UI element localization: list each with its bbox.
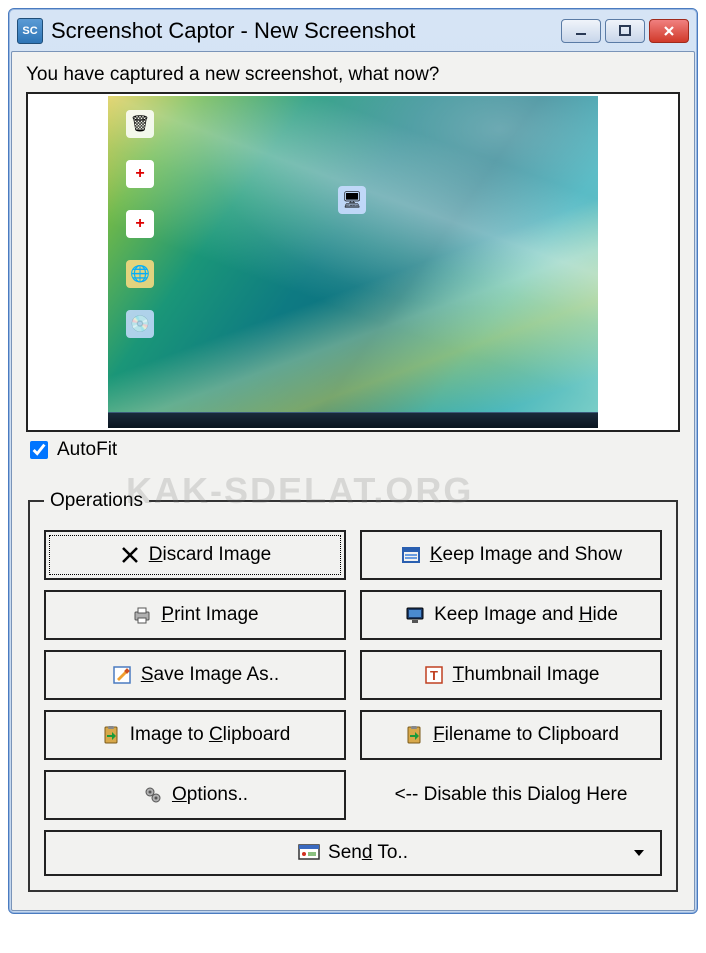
options-label: Options..	[172, 784, 248, 806]
svg-text:T: T	[430, 668, 438, 683]
save-image-as-button[interactable]: Save Image As..	[44, 650, 346, 700]
minimize-button[interactable]	[561, 19, 601, 43]
prompt-text: You have captured a new screenshot, what…	[26, 64, 680, 86]
keep-and-show-button[interactable]: Keep Image and Show	[360, 530, 662, 580]
thumbnail-label: Thumbnail Image	[453, 664, 600, 686]
desktop-icon: 🌐	[126, 260, 154, 288]
send-to-button[interactable]: Send To..	[44, 830, 662, 876]
maximize-icon	[618, 24, 632, 38]
maximize-button[interactable]	[605, 19, 645, 43]
clipboard-filename-icon	[403, 724, 425, 746]
autofit-input[interactable]	[30, 441, 48, 459]
thumbnail-icon: T	[423, 664, 445, 686]
desktop-icon: +	[126, 210, 154, 238]
keep-show-label: Keep Image and Show	[430, 544, 622, 566]
image-to-clipboard-button[interactable]: Image to Clipboard	[44, 710, 346, 760]
operations-legend: Operations	[44, 490, 149, 512]
titlebar: SC Screenshot Captor - New Screenshot	[11, 11, 695, 51]
save-edit-icon	[111, 664, 133, 686]
clip-filename-label: Filename to Clipboard	[433, 724, 619, 746]
print-label: Print Image	[161, 604, 258, 626]
close-button[interactable]	[649, 19, 689, 43]
send-to-label: Send To..	[328, 842, 408, 864]
filename-to-clipboard-button[interactable]: Filename to Clipboard	[360, 710, 662, 760]
print-image-button[interactable]: Print Image	[44, 590, 346, 640]
clip-image-label: Image to Clipboard	[130, 724, 291, 746]
screenshot-preview: 🗑 + + 🌐 💿 🖥	[26, 92, 680, 432]
keep-and-hide-button[interactable]: Keep Image and Hide	[360, 590, 662, 640]
app-window: SC Screenshot Captor - New Screenshot Yo…	[8, 8, 698, 914]
gears-icon	[142, 784, 164, 806]
discard-image-button[interactable]: Discard Image	[44, 530, 346, 580]
x-icon	[119, 544, 141, 566]
desktop-icon: 🗑	[126, 110, 154, 138]
disable-hint-text: <-- Disable this Dialog Here	[395, 784, 628, 806]
operations-group: Operations Discard Image Keep Image and …	[28, 490, 678, 892]
discard-label: Discard Image	[149, 544, 272, 566]
disable-dialog-hint: <-- Disable this Dialog Here	[360, 770, 662, 820]
window-controls	[561, 19, 689, 43]
dropdown-caret-icon	[634, 850, 644, 856]
screenshot-image: 🗑 + + 🌐 💿 🖥	[108, 96, 598, 428]
window-title: Screenshot Captor - New Screenshot	[51, 18, 561, 44]
autofit-checkbox[interactable]: AutoFit	[26, 438, 680, 462]
desktop-icon: 🖥	[338, 186, 366, 214]
send-to-icon	[298, 842, 320, 864]
desktop-icon: 💿	[126, 310, 154, 338]
keep-hide-label: Keep Image and Hide	[434, 604, 618, 626]
taskbar	[108, 412, 598, 428]
options-button[interactable]: Options..	[44, 770, 346, 820]
clipboard-image-icon	[100, 724, 122, 746]
desktop-icon: +	[126, 160, 154, 188]
autofit-label: AutoFit	[57, 439, 117, 461]
app-icon: SC	[17, 18, 43, 44]
close-icon	[662, 24, 676, 38]
client-area: You have captured a new screenshot, what…	[11, 51, 695, 911]
window-icon	[400, 544, 422, 566]
printer-icon	[131, 604, 153, 626]
minimize-icon	[574, 24, 588, 38]
monitor-icon	[404, 604, 426, 626]
save-as-label: Save Image As..	[141, 664, 279, 686]
thumbnail-image-button[interactable]: T Thumbnail Image	[360, 650, 662, 700]
